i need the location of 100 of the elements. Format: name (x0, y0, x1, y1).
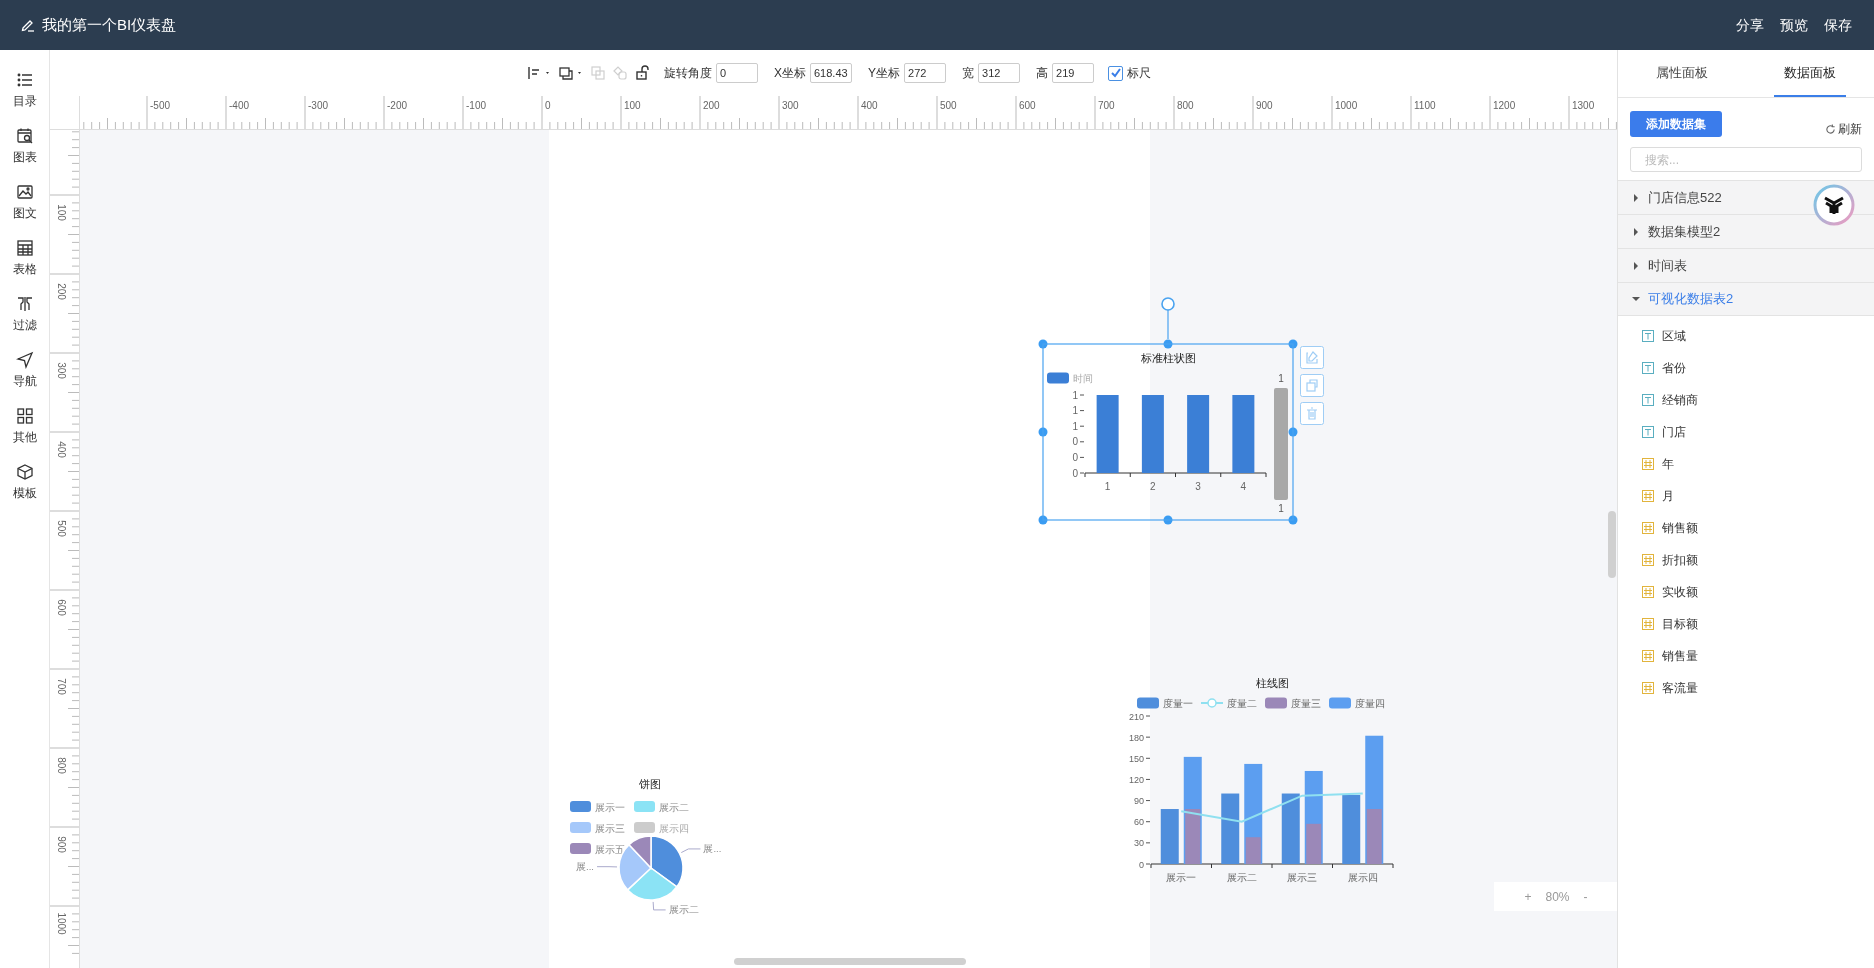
text-field-icon (1642, 362, 1654, 374)
add-dataset-button[interactable]: 添加数据集 (1630, 111, 1722, 137)
sidebar-item[interactable]: 表格 (0, 230, 49, 286)
field-item[interactable]: 客流量 (1618, 672, 1874, 704)
checkbox[interactable] (1108, 65, 1123, 81)
axis-tick-label: 1 (1072, 420, 1078, 432)
axis-tick-label: 1 (1104, 481, 1111, 492)
panel-tab[interactable]: 数据面板 (1774, 50, 1846, 97)
ruler-label: -500 (150, 99, 170, 113)
copy-button[interactable] (1300, 374, 1324, 397)
ruler-label: 300 (782, 99, 799, 113)
delete-button[interactable] (1300, 402, 1324, 425)
floating-assistant-overlay[interactable] (1813, 184, 1855, 226)
dataset-row[interactable]: 时间表 (1618, 248, 1874, 282)
field-label: X坐标 (774, 65, 806, 82)
field-item[interactable]: 区域 (1618, 320, 1874, 352)
input-field[interactable]: 312 (978, 63, 1020, 83)
axis-tick-label: 1 (1072, 389, 1078, 401)
resize-handle[interactable] (1163, 339, 1173, 349)
resize-handle[interactable] (1038, 339, 1048, 349)
zoom-slider[interactable] (1274, 388, 1288, 500)
input-field[interactable]: 272 (904, 63, 946, 83)
resize-handle[interactable] (1288, 339, 1298, 349)
ruler-label: 1300 (1572, 99, 1595, 113)
sidebar-item[interactable]: 其他 (0, 398, 49, 454)
field-item[interactable]: 折扣额 (1618, 544, 1874, 576)
resize-handle[interactable] (1288, 427, 1298, 437)
chart-icon (15, 126, 34, 145)
field-item[interactable]: 目标额 (1618, 608, 1874, 640)
sidebar-item[interactable]: 图文 (0, 174, 49, 230)
refresh-button[interactable]: 刷新 (1825, 120, 1862, 138)
sidebar-item[interactable]: 目录 (0, 62, 49, 118)
ruler-label: 800 (54, 756, 68, 776)
ruler-label: 100 (624, 99, 641, 113)
legend-label: 展示三 (595, 822, 625, 834)
resize-handle[interactable] (1038, 515, 1048, 525)
axis-tick-label: 4 (1240, 481, 1247, 492)
dataset-row[interactable]: 数据集模型2 (1618, 214, 1874, 248)
legend-label: 展示二 (659, 801, 689, 813)
ruler-label: 1100 (1414, 99, 1436, 113)
tool-button[interactable] (526, 65, 552, 81)
sidebar-item[interactable]: 图表 (0, 118, 49, 174)
resize-handle[interactable] (1163, 515, 1173, 525)
edit-button[interactable] (1300, 346, 1324, 369)
field-item[interactable]: 实收额 (1618, 576, 1874, 608)
sidebar-item[interactable]: 模板 (0, 454, 49, 510)
legend-label: 展示四 (659, 822, 689, 834)
ruler-label: 100 (54, 203, 68, 223)
sidebar-item[interactable]: 过滤 (0, 286, 49, 342)
field-item[interactable]: 销售额 (1618, 512, 1874, 544)
bar (1281, 793, 1300, 864)
field-item[interactable]: 年 (1618, 448, 1874, 480)
ruler-label: 500 (54, 519, 68, 539)
input-field[interactable]: 618.43 (810, 63, 852, 83)
field-name: 销售额 (1662, 520, 1698, 537)
header-action[interactable]: 保存 (1824, 14, 1852, 36)
axis-tick-label: 150 (1128, 753, 1144, 764)
dataset-row[interactable]: 可视化数据表2 (1618, 282, 1874, 316)
header-action[interactable]: 分享 (1736, 14, 1764, 36)
number-field-icon (1642, 618, 1654, 630)
field-label: 高 (1036, 65, 1048, 82)
field-item[interactable]: 销售量 (1618, 640, 1874, 672)
ruler-label: 700 (54, 677, 68, 697)
ruler-label: -100 (466, 99, 486, 113)
field-label: 旋转角度 (664, 65, 712, 82)
axis-tick-label: 3 (1195, 481, 1201, 492)
field-label: 宽 (962, 65, 974, 82)
scrollbar-thumb[interactable] (1608, 511, 1616, 578)
axis-tick-label: 展示三 (1287, 872, 1318, 883)
search-field[interactable]: 搜索... (1630, 147, 1862, 172)
field-name: 门店 (1662, 424, 1686, 441)
axis-tick-label: 120 (1128, 774, 1144, 785)
field-item[interactable]: 月 (1618, 480, 1874, 512)
rotate-handle[interactable] (1161, 297, 1175, 340)
panel-tab[interactable]: 属性面板 (1646, 50, 1718, 97)
field-item[interactable]: 门店 (1618, 416, 1874, 448)
number-field-icon (1642, 586, 1654, 598)
field-item[interactable]: 经销商 (1618, 384, 1874, 416)
ruler-label: 300 (54, 361, 68, 381)
slice-label: 展... (576, 861, 594, 873)
ruler-label: 900 (1256, 99, 1273, 113)
legend-label: 度量四 (1355, 697, 1385, 709)
ruler-label: 1000 (54, 911, 68, 937)
input-field[interactable]: 0 (716, 63, 758, 83)
ruler-label: 600 (54, 598, 68, 618)
header-action[interactable]: 预览 (1780, 14, 1808, 36)
input-field[interactable]: 219 (1052, 63, 1094, 83)
number-field-icon (1642, 490, 1654, 502)
scrollbar-thumb[interactable] (734, 958, 966, 965)
tool-button[interactable] (634, 65, 650, 81)
resize-handle[interactable] (1038, 427, 1048, 437)
sidebar-item[interactable]: 导航 (0, 342, 49, 398)
window-title: 我的第一个BI仪表盘 (42, 14, 177, 35)
tool-button[interactable] (558, 65, 584, 81)
field-item[interactable]: 省份 (1618, 352, 1874, 384)
resize-handle[interactable] (1288, 515, 1298, 525)
ruler-label: 600 (1019, 99, 1036, 113)
number-field-icon (1642, 554, 1654, 566)
chart-title: 柱线图 (1255, 677, 1289, 689)
slider-label: 1 (1278, 373, 1284, 384)
